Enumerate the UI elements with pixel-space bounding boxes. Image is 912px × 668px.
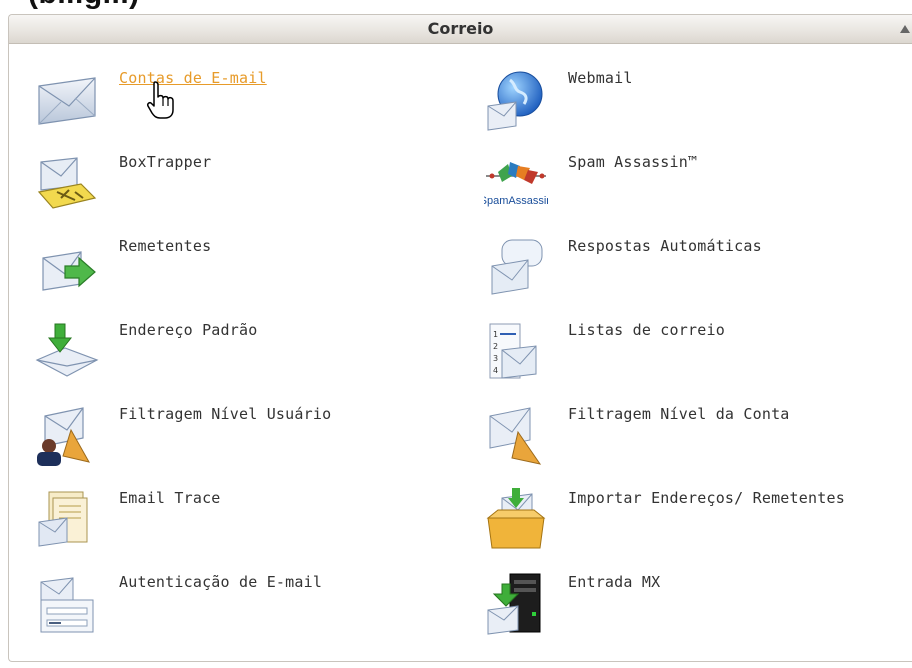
item-label[interactable]: Importar Endereços/ Remetentes (568, 488, 898, 509)
item-label[interactable]: Email Trace (119, 488, 449, 509)
svg-text:2: 2 (493, 342, 498, 351)
envelope-forward-arrow-icon (35, 236, 99, 300)
item-mx-entry[interactable]: Entrada MX (484, 572, 904, 652)
item-label[interactable]: Remetentes (119, 236, 449, 257)
item-label[interactable]: Autenticação de E-mail (119, 572, 449, 593)
user-filter-envelope-icon (35, 404, 99, 468)
item-label[interactable]: Respostas Automáticas (568, 236, 898, 257)
item-label[interactable]: Webmail (568, 68, 898, 89)
item-label[interactable]: Listas de correio (568, 320, 898, 341)
panel-title: Correio (427, 19, 494, 38)
numbered-list-envelope-icon: 1 2 3 4 (484, 320, 548, 384)
item-email-authentication[interactable]: Autenticação de E-mail (35, 572, 455, 652)
speech-bubble-envelope-icon (484, 236, 548, 300)
item-default-address[interactable]: Endereço Padrão (35, 320, 455, 400)
item-email-trace[interactable]: Email Trace (35, 488, 455, 568)
server-envelope-icon (484, 572, 548, 636)
hand-pointer-icon (147, 81, 174, 119)
item-label[interactable]: Entrada MX (568, 572, 898, 593)
item-label[interactable]: Spam Assassin™ (568, 152, 898, 173)
spamassassin-logo-icon: SpamAssassin (484, 152, 548, 216)
item-account-filtering[interactable]: Filtragem Nível da Conta (484, 404, 904, 484)
panel-header[interactable]: Correio (9, 15, 912, 44)
item-spam-assassin[interactable]: SpamAssassin Spam Assassin™ (484, 152, 904, 232)
svg-text:3: 3 (493, 354, 498, 363)
item-webmail[interactable]: Webmail (484, 68, 904, 148)
svg-text:SpamAssassin: SpamAssassin (484, 195, 548, 207)
item-mailing-lists[interactable]: 1 2 3 4 Listas de correio (484, 320, 904, 400)
funnel-envelope-icon (484, 404, 548, 468)
svg-text:1: 1 (493, 330, 498, 339)
item-label[interactable]: BoxTrapper (119, 152, 449, 173)
document-envelope-icon (35, 488, 99, 552)
item-label[interactable]: Filtragem Nível Usuário (119, 404, 449, 425)
item-label[interactable]: Endereço Padrão (119, 320, 449, 341)
import-box-icon (484, 488, 548, 552)
envelope-icon (35, 68, 99, 132)
page-top-text-fragment: (b...g...) (28, 0, 140, 11)
item-user-filtering[interactable]: Filtragem Nível Usuário (35, 404, 455, 484)
item-autoresponders[interactable]: Respostas Automáticas (484, 236, 904, 316)
globe-envelope-icon (484, 68, 548, 132)
authentication-envelope-icon (35, 572, 99, 636)
item-email-accounts[interactable]: Contas de E-mail (35, 68, 455, 148)
item-label[interactable]: Filtragem Nível da Conta (568, 404, 898, 425)
item-import-addresses[interactable]: Importar Endereços/ Remetentes (484, 488, 904, 568)
item-forwarders[interactable]: Remetentes (35, 236, 455, 316)
envelope-trap-icon (35, 152, 99, 216)
item-boxtrapper[interactable]: BoxTrapper (35, 152, 455, 232)
triangle-up-icon[interactable] (900, 25, 910, 33)
svg-text:4: 4 (493, 366, 498, 375)
down-arrow-envelope-icon (35, 320, 99, 384)
